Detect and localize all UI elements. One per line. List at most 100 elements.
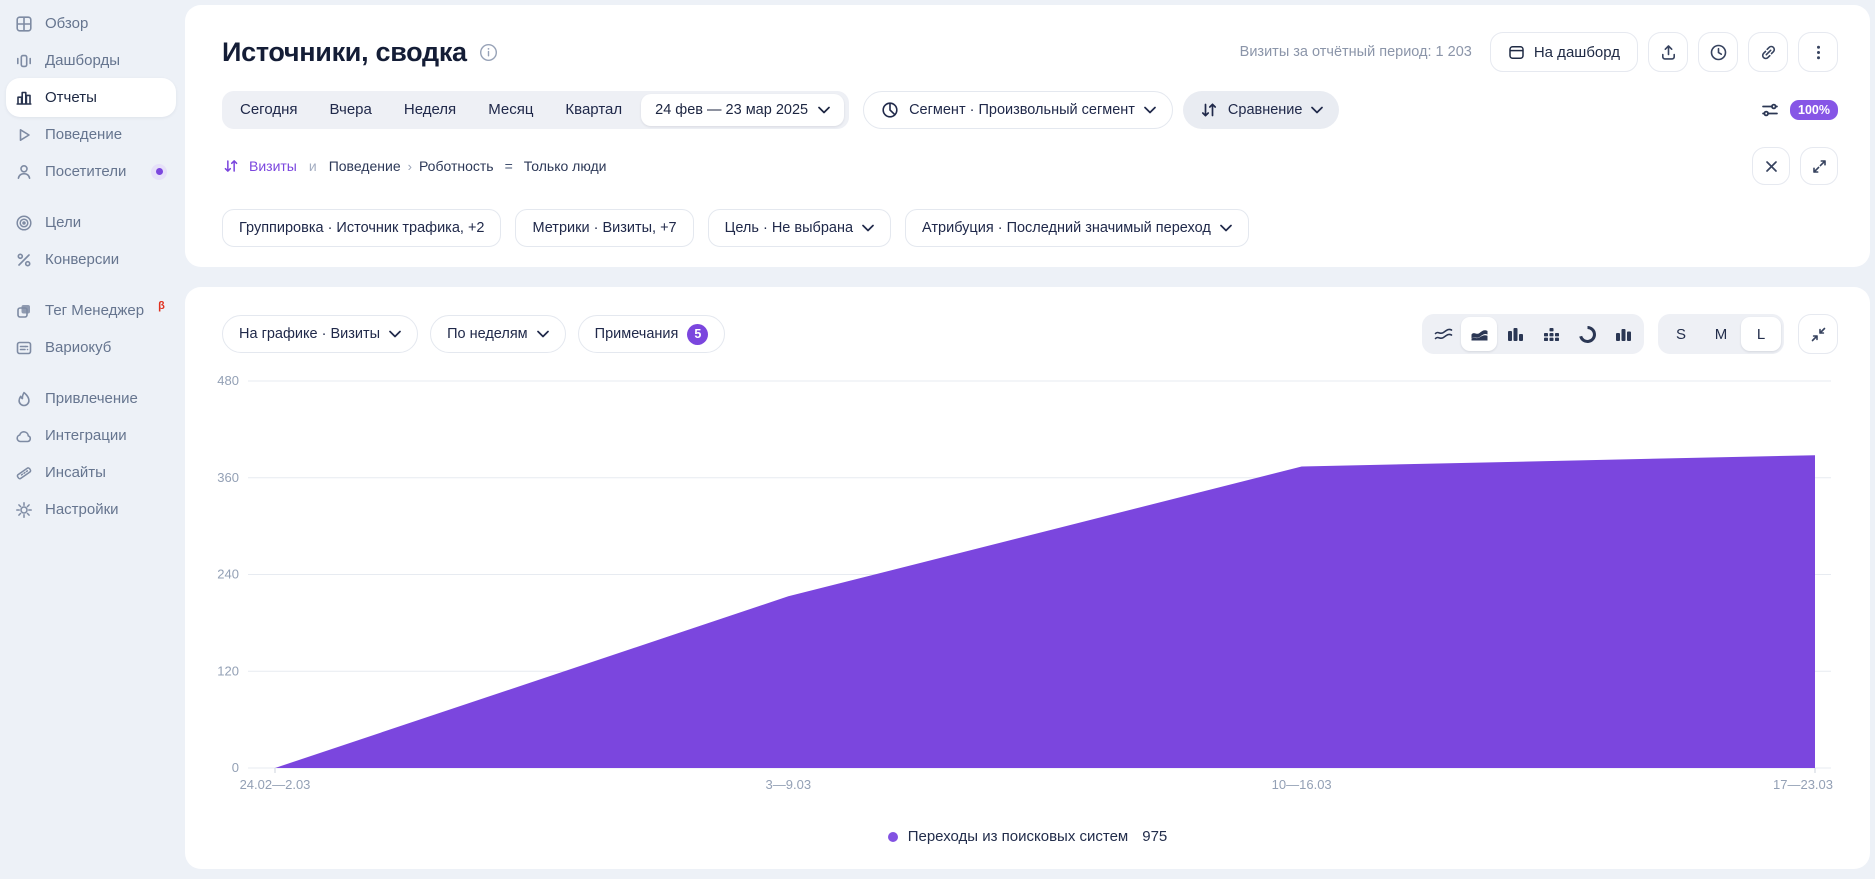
size-s-button[interactable]: S <box>1661 317 1701 351</box>
svg-text:17—23.03: 17—23.03 <box>1773 777 1833 792</box>
tab-week[interactable]: Неделя <box>388 91 472 129</box>
legend-color-dot <box>888 832 898 842</box>
chevron-down-icon <box>1311 106 1323 114</box>
beta-badge: β <box>158 300 165 312</box>
share-button[interactable] <box>1648 32 1688 72</box>
filter-expand-button[interactable] <box>1800 147 1838 185</box>
new-dot-badge <box>151 164 167 180</box>
applied-filter-row: Визиты и Поведение › Роботность = Только… <box>222 147 1838 185</box>
visits-area-chart: 012024036048024.02—2.033—9.0310—16.0317—… <box>185 365 1870 795</box>
chart-type-pie-button[interactable] <box>1569 317 1605 351</box>
compare-button[interactable]: Сравнение <box>1183 91 1340 129</box>
pie-chart-icon <box>1577 324 1598 345</box>
sidebar-item-settings[interactable]: Настройки <box>0 491 185 528</box>
target-icon <box>14 213 33 232</box>
report-header-card: Источники, сводка Визиты за отчётный пер… <box>185 5 1870 267</box>
filter-actions <box>1752 147 1838 185</box>
dashboards-icon <box>14 51 33 70</box>
line-chart-icon <box>1433 324 1454 345</box>
svg-text:120: 120 <box>217 663 239 678</box>
integrations-icon <box>14 426 33 445</box>
collapse-icon <box>1810 326 1827 343</box>
date-range-picker[interactable]: 24 фев — 23 мар 2025 <box>641 94 844 126</box>
size-l-button[interactable]: L <box>1741 317 1781 351</box>
sidebar-item-label: Вариокуб <box>45 339 111 356</box>
sidebar-item-label: Привлечение <box>45 390 138 407</box>
sidebar-item-variocube[interactable]: Вариокуб <box>0 329 185 366</box>
chart-controls-row: На графике · Визиты По неделям Примечани… <box>222 287 1838 353</box>
attribution-pill[interactable]: Атрибуция · Последний значимый переход <box>905 209 1249 247</box>
sidebar-item-dashboards[interactable]: Дашборды <box>0 42 185 79</box>
sliders-icon <box>1760 100 1780 120</box>
svg-text:360: 360 <box>217 470 239 485</box>
sidebar: Обзор Дашборды Отчеты Поведение Посетите… <box>0 0 185 879</box>
notes-pill[interactable]: Примечания 5 <box>578 315 726 353</box>
tab-yesterday[interactable]: Вчера <box>314 91 388 129</box>
tab-month[interactable]: Месяц <box>472 91 549 129</box>
kebab-icon <box>1809 43 1828 62</box>
metrics-pill[interactable]: Метрики · Визиты, +7 <box>515 209 693 247</box>
link-icon <box>1759 43 1778 62</box>
sidebar-item-integrations[interactable]: Интеграции <box>0 417 185 454</box>
chart-type-stacked-bar-button[interactable] <box>1533 317 1569 351</box>
segment-selector[interactable]: Сегмент · Произвольный сегмент <box>863 91 1173 129</box>
sampling-control[interactable]: 100% <box>1760 100 1838 120</box>
columns-chart-icon <box>1613 324 1634 345</box>
sidebar-item-label: Отчеты <box>45 89 97 106</box>
sidebar-item-insights[interactable]: Инсайты <box>0 454 185 491</box>
sidebar-item-conversions[interactable]: Конверсии <box>0 241 185 278</box>
tab-today[interactable]: Сегодня <box>224 91 314 129</box>
info-icon[interactable] <box>479 43 498 62</box>
sidebar-item-overview[interactable]: Обзор <box>0 5 185 42</box>
grouping-pill[interactable]: Группировка · Источник трафика, +2 <box>222 209 501 247</box>
main-content: Источники, сводка Визиты за отчётный пер… <box>185 0 1870 869</box>
size-m-button[interactable]: M <box>1701 317 1741 351</box>
chevron-down-icon <box>818 106 830 114</box>
expand-icon <box>1811 158 1828 175</box>
collapse-chart-button[interactable] <box>1798 314 1838 354</box>
filter-metric[interactable]: Визиты <box>249 158 297 174</box>
granularity-pill[interactable]: По неделям <box>430 315 566 353</box>
variocube-icon <box>14 338 33 357</box>
legend-value: 975 <box>1142 828 1167 845</box>
more-menu-button[interactable] <box>1798 32 1838 72</box>
on-chart-metric-pill[interactable]: На графике · Визиты <box>222 315 418 353</box>
chart-type-columns-button[interactable] <box>1605 317 1641 351</box>
filter-dimension-child[interactable]: Роботность <box>419 158 494 174</box>
chart-legend[interactable]: Переходы из поисковых систем 975 <box>185 828 1870 845</box>
filter-clear-button[interactable] <box>1752 147 1790 185</box>
to-dashboard-button[interactable]: На дашборд <box>1490 32 1638 72</box>
chart-type-toolbar <box>1422 314 1644 354</box>
page-title: Источники, сводка <box>222 37 467 68</box>
gear-icon <box>14 500 33 519</box>
chevron-down-icon <box>862 224 874 232</box>
filter-value[interactable]: Только люди <box>524 158 607 174</box>
sidebar-item-tag-manager[interactable]: Тег Менеджер β <box>0 292 185 329</box>
copy-link-button[interactable] <box>1748 32 1788 72</box>
legend-label: Переходы из поисковых систем <box>908 828 1129 845</box>
reports-icon <box>14 88 33 107</box>
chevron-down-icon <box>1144 106 1156 114</box>
user-icon <box>14 162 33 181</box>
period-toolbar: Сегодня Вчера Неделя Месяц Квартал 24 фе… <box>222 91 1838 129</box>
sidebar-item-goals[interactable]: Цели <box>0 204 185 241</box>
flame-icon <box>14 389 33 408</box>
chart-type-bar-button[interactable] <box>1497 317 1533 351</box>
sidebar-item-visitors[interactable]: Посетители <box>0 153 185 190</box>
chart-type-line-button[interactable] <box>1425 317 1461 351</box>
sidebar-item-label: Обзор <box>45 15 88 32</box>
goal-pill[interactable]: Цель · Не выбрана <box>708 209 891 247</box>
sidebar-item-label: Интеграции <box>45 427 127 444</box>
sidebar-item-reports[interactable]: Отчеты <box>0 79 185 116</box>
chart-type-area-button[interactable] <box>1461 317 1497 351</box>
chevron-down-icon <box>1220 224 1232 232</box>
sidebar-item-behavior[interactable]: Поведение <box>0 116 185 153</box>
sidebar-item-acquisition[interactable]: Привлечение <box>0 380 185 417</box>
sidebar-item-label: Поведение <box>45 126 122 143</box>
filter-dimension-parent[interactable]: Поведение <box>329 158 401 174</box>
chevron-down-icon <box>537 330 549 338</box>
tab-quarter[interactable]: Квартал <box>549 91 638 129</box>
history-button[interactable] <box>1698 32 1738 72</box>
segment-pie-icon <box>880 100 900 120</box>
sidebar-item-label: Дашборды <box>45 52 120 69</box>
